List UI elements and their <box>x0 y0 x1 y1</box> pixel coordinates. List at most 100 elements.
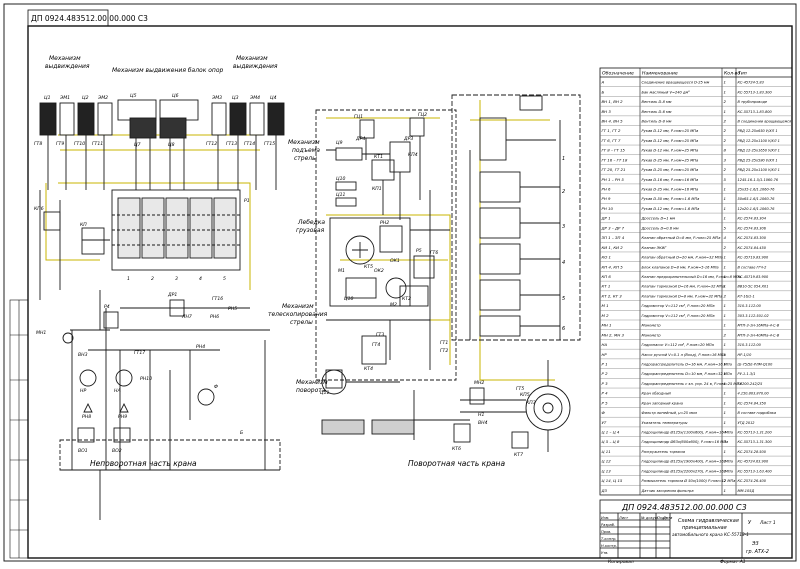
bom-cell-1-2: 1 <box>724 89 726 94</box>
bom-cell-33-2: 1 <box>724 400 726 405</box>
hand-pump-hr <box>79 369 97 387</box>
bom-cell-0-0: А <box>601 80 605 85</box>
lbl-r1: Р1 <box>244 198 250 204</box>
bom-cell-34-0: Ф <box>602 410 606 415</box>
left-margin-stripe <box>9 299 29 559</box>
lbl-right-low-8: Ц11 <box>320 390 329 396</box>
bom-cell-6-2: 2 <box>724 138 727 143</box>
bom-cell-40-1: Гидроцилиндр Ø125х(2200х270), Р.ном=16 М… <box>642 468 733 473</box>
section-1 <box>479 171 521 203</box>
lbl-block-2: 3 <box>562 224 565 230</box>
bom-cell-3-0: ВН 3 <box>602 109 612 114</box>
drawing-title-1: Схема гидравлическая <box>678 518 739 524</box>
lbl-right-mid-5: ОК1 <box>390 258 400 264</box>
bom-cell-26-0: МН 2, МН 3 <box>602 332 625 337</box>
mech-slewing-1: Механизм <box>296 379 328 386</box>
bom-cell-0-2: 1 <box>724 80 726 85</box>
lbl-right-mid-1: РН2 <box>380 220 389 226</box>
bom-cell-35-3: УТД 2012 <box>738 421 756 425</box>
sheet-group: гр. АТХ-2 <box>746 549 769 555</box>
lbl-low-left-2: ГТ17 <box>134 350 145 356</box>
bom-cell-24-1: Гидромотор V=112 см³, Р.ном=20 МПа <box>642 314 715 318</box>
bom-cell-0-3: КС-45724-5.83 <box>738 81 764 85</box>
section-left-title: Неповоротная часть крана <box>90 459 197 468</box>
bom-cell-40-3: КС-55713-1.63.400 <box>738 469 773 473</box>
bom-cell-27-3: 310.3.112.00 <box>738 343 762 347</box>
cylinder-c12 <box>321 419 365 435</box>
bom-cell-34-3: В составе гидробака <box>738 411 776 415</box>
lbl-gt10: ГТ10 <box>74 141 85 147</box>
bom-cell-37-3: КС-55713-1.31.300 <box>738 440 773 444</box>
mech-winch-1: Лебедка <box>297 219 325 226</box>
section-4 <box>479 279 521 311</box>
bom-cell-30-2: 1 <box>724 371 726 376</box>
bom-cell-38-3: КС-2574.28.500 <box>738 450 767 454</box>
bom-cell-26-3: МТП-3-1Н-40МПа-4-С-В <box>738 333 780 337</box>
lbl-low-left-1: ВН3 <box>78 352 88 358</box>
lbl-right-low-7: КТ6 <box>452 446 461 452</box>
bom-cell-42-0: Д3 <box>601 488 608 493</box>
cylinder-c13 <box>371 419 415 435</box>
section-5 <box>479 315 521 337</box>
mech-outrigger-right-2: выдвиждения <box>233 63 278 70</box>
cylinder-c10-brake <box>345 277 377 299</box>
bom-cell-34-1: Фильтр линейный, µ=25 мкм <box>642 411 698 415</box>
bom-cell-27-0: НА <box>602 342 608 347</box>
control-manifold <box>451 94 581 341</box>
bom-cell-12-1: Рукав D-50 мм, Р.ном=1.6 МПа <box>642 197 700 201</box>
bom-cell-5-1: Рукав D-12 мм, Р.ном=25 МПа <box>642 129 699 133</box>
bom-cell-18-0: КО 1 <box>602 255 612 260</box>
bom-cell-29-0: Р 1 <box>602 361 608 366</box>
mech-winch-2: грузовая <box>296 227 325 234</box>
lbl-c4: Ц4 <box>270 95 277 101</box>
tb-head-0: Изм. <box>601 516 609 520</box>
bom-cell-23-2: 1 <box>724 303 726 308</box>
bom-cell-17-3: КС-2574.84.450 <box>738 246 767 250</box>
outer-border <box>3 3 797 562</box>
cylinder-c3 <box>229 102 247 136</box>
bom-cell-37-0: Ц 5 – Ц 8 <box>602 439 620 444</box>
bom-cell-21-2: 1 <box>724 284 726 289</box>
mech-outrigger-left-2: выдвиждения <box>45 63 90 70</box>
bom-cell-24-0: М 2 <box>602 313 610 318</box>
bom-cell-41-1: Размыкатель тормоза Ø 50х(1000) Р.ном=12… <box>642 478 736 483</box>
manifold-section-numbers: 1 2 3 4 5 6 <box>562 156 565 332</box>
bom-cell-4-1: Вентиль D-8 мм <box>642 119 672 123</box>
cylinder-c4 <box>267 102 285 136</box>
lbl-c8: Ц8 <box>168 142 175 148</box>
bom-cell-38-1: Разгружатель тормоза <box>642 450 685 454</box>
bom-cell-17-2: 2 <box>724 245 727 250</box>
lbl-right-top-0: ГЦ1 <box>354 114 363 120</box>
lbl-right-low-12: Н1 <box>478 412 484 418</box>
bom-cell-9-1: Рукав D-25 мм, Р.ном=25 МПа <box>642 168 699 172</box>
lbl-sec1: 1 <box>127 276 130 282</box>
bom-cell-35-1: Указатель температуры <box>642 421 688 425</box>
lbl-low-left-4: НА <box>114 388 121 394</box>
lbl-block-4: 5 <box>562 296 565 302</box>
bom-cell-39-3: КС-45724.63.900 <box>738 460 769 464</box>
bom-cell-7-0: ГТ 8 – ГТ 15 <box>602 148 626 153</box>
lbl-right-top-1: ГЦ2 <box>418 112 427 118</box>
bom-cell-19-0: КП 4, КП 5 <box>602 264 624 269</box>
lbl-low-left-18: РН4 <box>196 344 205 350</box>
lbl-right-top-9: Ц11 <box>336 192 345 198</box>
brake-kt4 <box>361 335 387 365</box>
valve-kt6 <box>453 423 471 443</box>
bom-cell-10-1: Рукав D-16 мм, Р.ном=16 МПа <box>642 178 699 182</box>
bom-cell-29-2: 1 <box>724 361 726 366</box>
lbl-low-left-3: НР <box>80 388 86 394</box>
lbl-c2: Ц2 <box>82 95 89 101</box>
solenoid-em1 <box>59 102 75 136</box>
right-top-labels: ГЦ1 ГЦ2 ДР4 ДР3 КП4 КП1 КТ1 Ц9 Ц10 Ц11 <box>336 112 427 198</box>
bom-cell-18-1: Клапан обратный D=20 мм, Р.ном=32 МПа <box>642 256 723 260</box>
bom-cell-9-2: 2 <box>724 167 727 172</box>
tb-head-2: № докум. <box>640 516 659 520</box>
title-sheet: Лист 1 <box>759 520 776 526</box>
bom-cell-20-2: 1 <box>724 274 726 279</box>
bom-cell-21-1: Клапан тормозной D=16 мм, Р.ном=32 МПа <box>642 285 725 289</box>
bom-cell-2-0: ВН 1, ВН 2 <box>602 99 624 104</box>
lbl-gt9: ГТ9 <box>56 141 64 147</box>
bom-cell-12-3: 50х65-1.6/1.1060-76 <box>738 197 776 201</box>
bom-cell-38-2: 1 <box>724 449 726 454</box>
throttle-dr4 <box>359 119 375 139</box>
